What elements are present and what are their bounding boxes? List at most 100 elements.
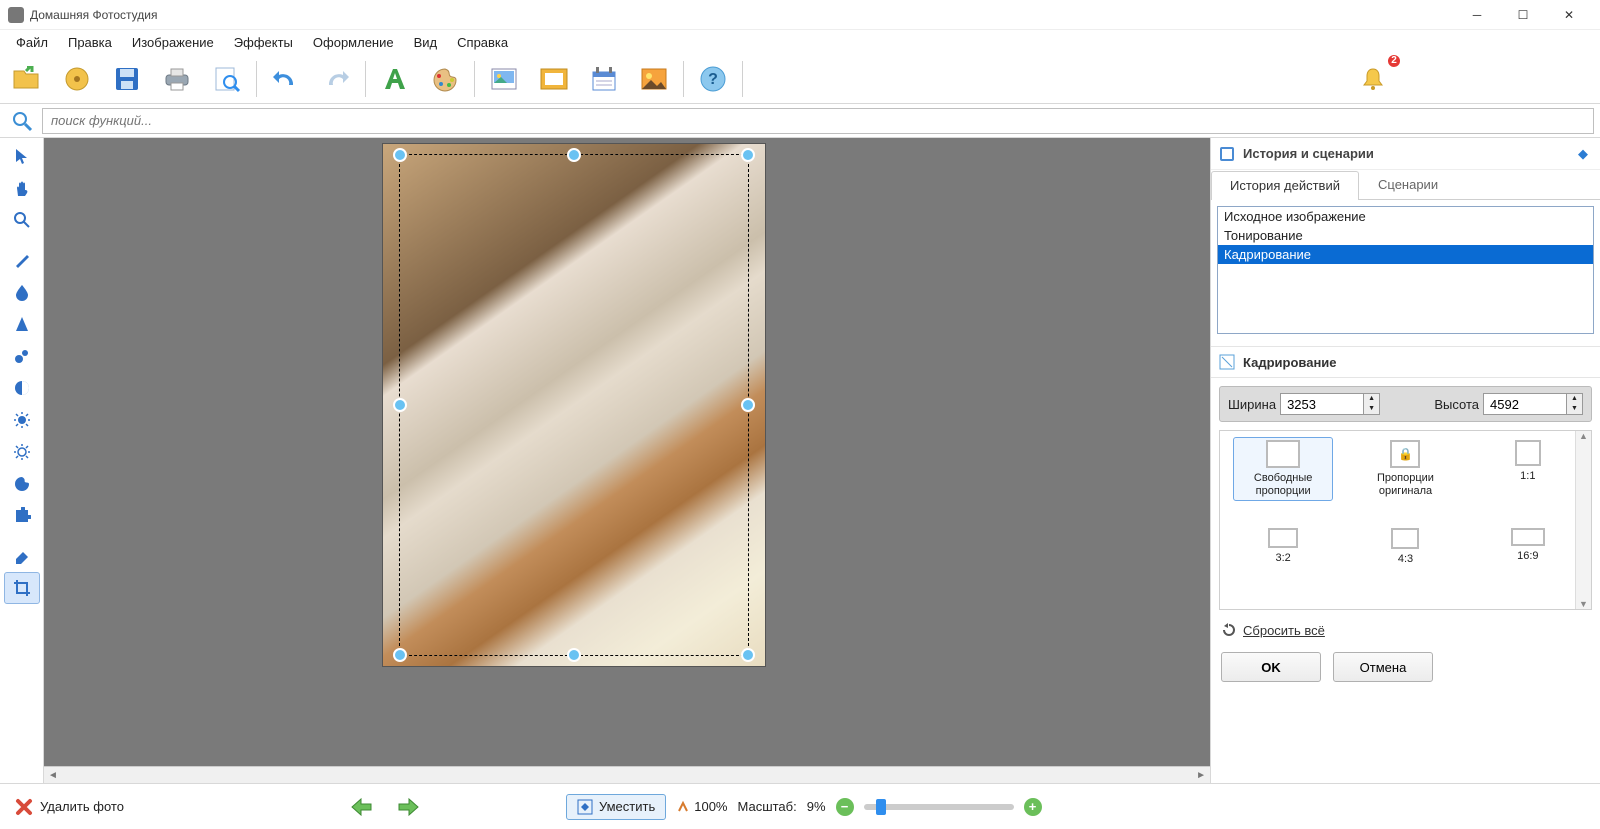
zoom-slider[interactable] [864,804,1014,810]
postcard-icon[interactable] [629,57,679,101]
crop-section-title: Кадрирование [1243,355,1337,370]
crop-handle-mr[interactable] [741,398,755,412]
svg-text:?: ? [708,71,718,88]
menu-effects[interactable]: Эффекты [224,33,303,52]
canvas[interactable] [44,138,1210,766]
search-input[interactable] [42,108,1594,134]
prev-photo-button[interactable] [344,796,380,818]
menu-design[interactable]: Оформление [303,33,404,52]
height-spin-down[interactable]: ▼ [1566,404,1582,414]
tab-scenarios[interactable]: Сценарии [1359,170,1457,199]
text-icon[interactable] [370,57,420,101]
color-tool-icon[interactable] [4,468,40,500]
menu-help[interactable]: Справка [447,33,518,52]
picture-icon[interactable] [479,57,529,101]
width-input[interactable] [1281,394,1363,414]
zoom-tool-icon[interactable] [4,204,40,236]
delete-photo-button[interactable]: Удалить фото [14,797,124,817]
preset-3-2[interactable]: 3:2 [1233,525,1333,569]
notifications-icon[interactable]: 2 [1348,57,1398,101]
darken-tool-icon[interactable] [4,436,40,468]
crop-section-icon [1219,354,1235,370]
minimize-button[interactable]: ─ [1454,0,1500,30]
horizontal-scrollbar[interactable]: ◄► [44,766,1210,783]
puzzle-tool-icon[interactable] [4,500,40,532]
frame-icon[interactable] [529,57,579,101]
reset-link[interactable]: Сбросить всё [1243,623,1325,638]
close-button[interactable]: ✕ [1546,0,1592,30]
sharpen-tool-icon[interactable] [4,308,40,340]
app-title: Домашняя Фотостудия [30,8,1454,22]
zoom-value: 9% [807,799,826,814]
preset-16-9[interactable]: 16:9 [1478,525,1578,569]
crop-handle-bl[interactable] [393,648,407,662]
scale-100-button[interactable]: 100% [676,799,727,814]
crop-tool-icon[interactable] [4,572,40,604]
undo-icon[interactable] [261,57,311,101]
hand-tool-icon[interactable] [4,172,40,204]
crop-presets: Свободные пропорции 🔒Пропорции оригинала… [1219,430,1592,610]
crop-handle-ml[interactable] [393,398,407,412]
width-label: Ширина [1228,397,1276,412]
zoom-slider-knob[interactable] [876,799,886,815]
help-icon[interactable]: ? [688,57,738,101]
cancel-button[interactable]: Отмена [1333,652,1433,682]
brush-tool-icon[interactable] [4,244,40,276]
lighten-tool-icon[interactable] [4,404,40,436]
photo-image[interactable] [382,143,766,667]
palette-icon[interactable] [420,57,470,101]
left-toolbar [0,138,44,783]
open-folder-icon[interactable] [2,57,52,101]
app-icon [8,7,24,23]
crop-handle-tc[interactable] [567,148,581,162]
search-icon[interactable] [6,110,38,132]
preset-original[interactable]: 🔒Пропорции оригинала [1355,437,1455,501]
batch-icon[interactable] [52,57,102,101]
crop-selection[interactable] [399,154,749,656]
history-item[interactable]: Тонирование [1218,226,1593,245]
history-list[interactable]: Исходное изображение Тонирование Кадриро… [1217,206,1594,334]
next-photo-button[interactable] [390,796,426,818]
presets-scrollbar[interactable]: ▲▼ [1575,431,1591,609]
menu-edit[interactable]: Правка [58,33,122,52]
notification-badge: 2 [1386,53,1402,69]
right-panel: История и сценарии ◆ История действий Сц… [1210,138,1600,783]
crop-handle-tl[interactable] [393,148,407,162]
preset-1-1[interactable]: 1:1 [1478,437,1578,501]
height-input[interactable] [1484,394,1566,414]
menu-image[interactable]: Изображение [122,33,224,52]
fit-button[interactable]: Уместить [566,794,666,820]
height-label: Высота [1434,397,1479,412]
collapse-panel-icon[interactable]: ◆ [1574,145,1592,163]
zoom-label: Масштаб: [737,799,796,814]
height-spin-up[interactable]: ▲ [1566,394,1582,404]
crop-handle-bc[interactable] [567,648,581,662]
save-icon[interactable] [102,57,152,101]
ok-button[interactable]: OK [1221,652,1321,682]
pointer-tool-icon[interactable] [4,140,40,172]
bottom-bar: Удалить фото Уместить 100% Масштаб: 9% −… [0,783,1600,829]
crop-handle-tr[interactable] [741,148,755,162]
zoom-out-button[interactable]: − [836,798,854,816]
redo-icon[interactable] [311,57,361,101]
menu-view[interactable]: Вид [404,33,448,52]
zoom-in-button[interactable]: + [1024,798,1042,816]
menu-file[interactable]: Файл [6,33,58,52]
contrast-tool-icon[interactable] [4,372,40,404]
blur-tool-icon[interactable] [4,276,40,308]
maximize-button[interactable]: ☐ [1500,0,1546,30]
preset-4-3[interactable]: 4:3 [1355,525,1455,569]
history-item[interactable]: Кадрирование [1218,245,1593,264]
preset-free[interactable]: Свободные пропорции [1233,437,1333,501]
width-spin-up[interactable]: ▲ [1363,394,1379,404]
width-spin-down[interactable]: ▼ [1363,404,1379,414]
crop-handle-br[interactable] [741,648,755,662]
print-icon[interactable] [152,57,202,101]
eraser-tool-icon[interactable] [4,540,40,572]
clone-tool-icon[interactable] [4,340,40,372]
calendar-icon[interactable] [579,57,629,101]
history-item[interactable]: Исходное изображение [1218,207,1593,226]
history-panel-icon [1219,146,1235,162]
tab-history[interactable]: История действий [1211,171,1359,200]
preview-icon[interactable] [202,57,252,101]
